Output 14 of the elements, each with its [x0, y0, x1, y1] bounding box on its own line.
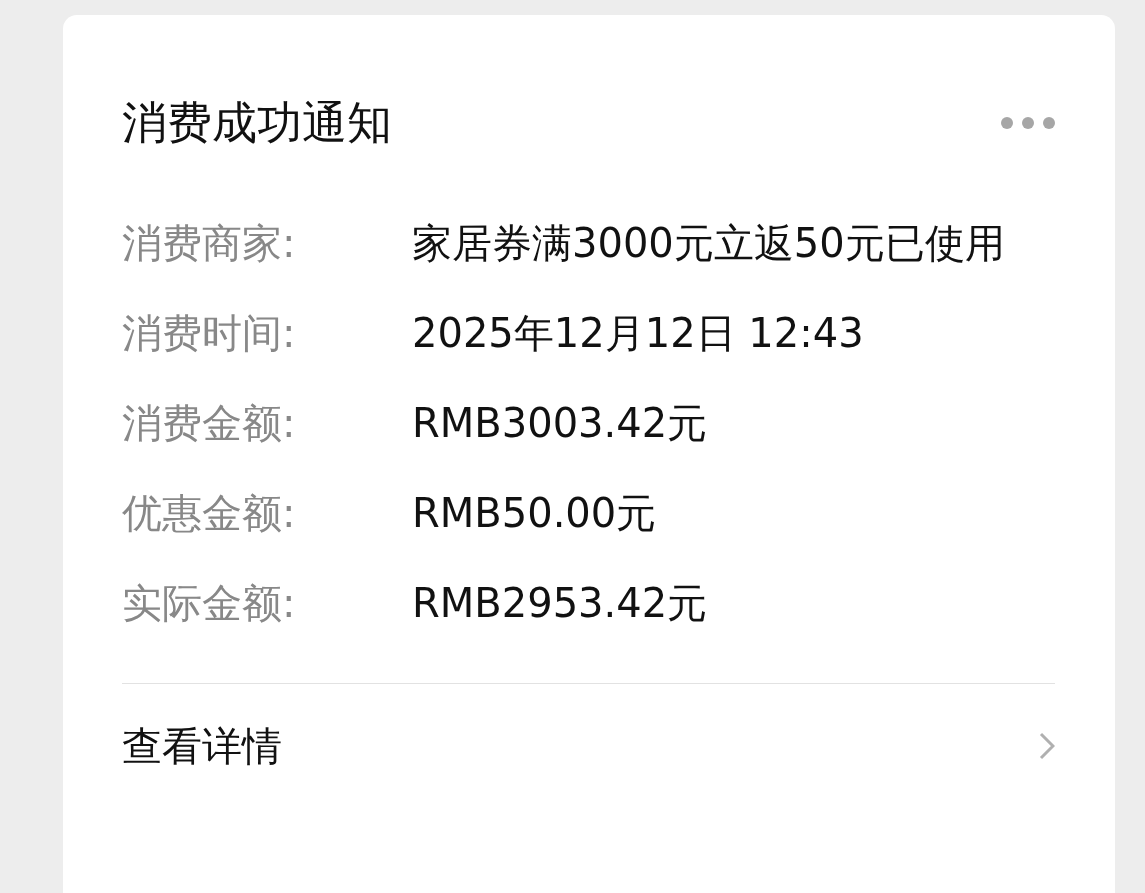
field-label: 实际金额: [122, 579, 297, 628]
chevron-icon[interactable] [1039, 732, 1055, 760]
field-value: RMB50.00元 [412, 489, 658, 538]
view-details-link[interactable]: 查看详情 [122, 718, 282, 774]
field-value: 2025年12月12日 12:43 [412, 309, 865, 358]
field-value: RMB3003.42元 [412, 399, 709, 448]
card-title: 消费成功通知 [122, 95, 392, 151]
field-label: 消费商家: [122, 219, 297, 268]
field-label: 消费时间: [122, 309, 297, 358]
field-label: 消费金额: [122, 399, 297, 448]
field-value: RMB2953.42元 [412, 579, 709, 628]
field-label: 优惠金额: [122, 489, 297, 538]
more-icon[interactable] [1001, 117, 1055, 129]
field-value: 家居券满3000元立返50元已使用 [412, 219, 1006, 268]
